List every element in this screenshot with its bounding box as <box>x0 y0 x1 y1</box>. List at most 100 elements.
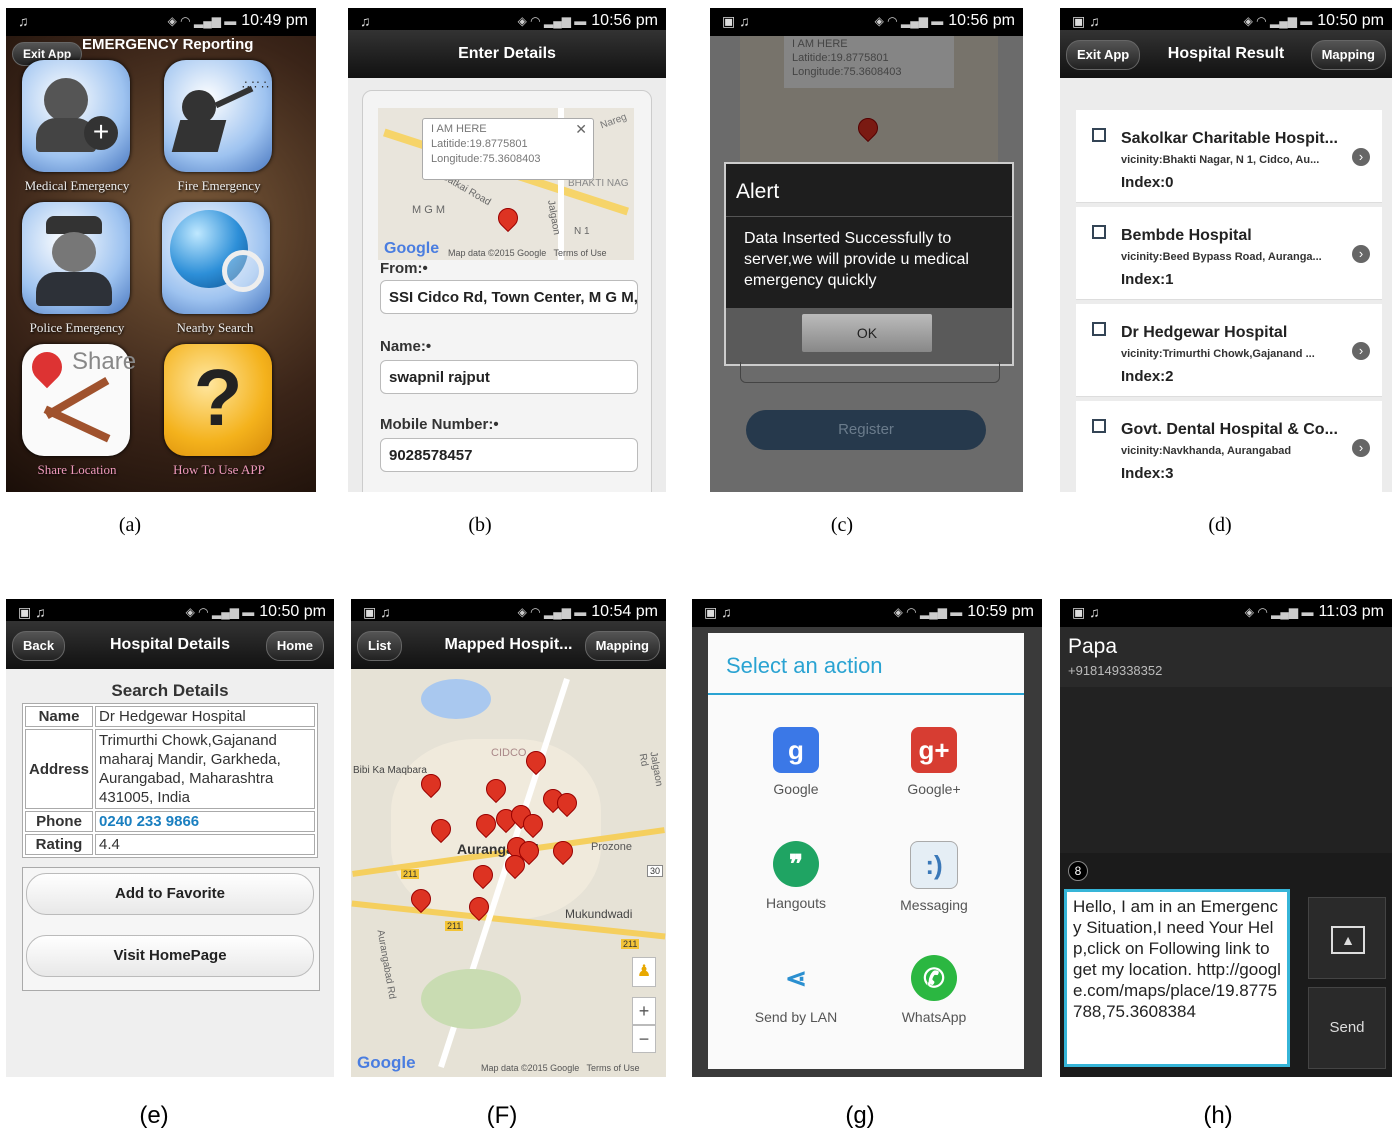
page-title: Hospital Result <box>1167 45 1285 62</box>
caption-g: (g) <box>845 1102 875 1129</box>
alert-dialog: Alert Data Inserted Successfully to serv… <box>724 162 1014 366</box>
police-emergency-tile[interactable] <box>22 202 130 314</box>
app-whatsapp[interactable]: ✆ WhatsApp <box>874 955 994 1025</box>
chevron-right-icon: › <box>1352 439 1370 457</box>
exit-app-button[interactable]: Exit App <box>1066 40 1141 70</box>
list-item[interactable]: . Bembde Hospital vicinity:Beed Bypass R… <box>1076 207 1382 300</box>
mapping-button[interactable]: Mapping <box>584 631 660 661</box>
medical-icon <box>44 78 88 122</box>
list-item[interactable]: . Sakolkar Charitable Hospit... vicinity… <box>1076 110 1382 203</box>
add-to-favorite-button[interactable]: Add to Favorite <box>26 873 314 915</box>
table-row: Phone 0240 233 9866 <box>25 811 315 832</box>
map-pin-icon <box>853 113 883 143</box>
list-button[interactable]: List <box>357 631 403 661</box>
screen-a: ♫ ◈ ◠ ▂▄▆ ▬ 10:49 pm Exit App EMERGENCY Re… <box>6 8 316 492</box>
page-title: Enter Details <box>348 30 666 78</box>
chevron-right-icon: › <box>1352 148 1370 166</box>
map-label: Jalgaon Rd <box>636 750 665 788</box>
search-details-heading: Search Details <box>111 681 229 700</box>
share-location-tile[interactable]: Share <box>22 344 136 456</box>
location-pin-icon <box>25 345 69 389</box>
google-search-icon: g <box>773 727 819 773</box>
status-bar: ♫ ◈ ◠ ▂▄▆ ▬ 10:49 pm <box>6 8 316 36</box>
app-google[interactable]: g Google <box>736 727 856 797</box>
nearby-search-tile[interactable] <box>162 202 270 314</box>
screen-g: ▣ ♫ ◈ ◠ ▂▄▆ ▬ 10:59 pm Select an action g … <box>692 599 1042 1077</box>
map-label: M G M <box>412 204 445 216</box>
screen-b: ♫ ◈ ◠ ▂▄▆ ▬ 10:56 pm Enter Details Nareg B… <box>348 8 666 492</box>
visit-homepage-button[interactable]: Visit HomePage <box>26 935 314 977</box>
hospitals-map[interactable]: CIDCO Bibi Ka Maqbara Aurangabad Prozone… <box>351 669 666 1077</box>
alert-message: Data Inserted Successfully to server,we … <box>744 230 969 289</box>
home-button[interactable]: Home <box>265 631 324 661</box>
zoom-in-button[interactable]: + <box>632 997 656 1025</box>
mobile-field[interactable]: 9028578457 <box>380 438 638 472</box>
table-row: Name Dr Hedgewar Hospital <box>25 706 315 727</box>
message-input[interactable]: Hello, I am in an Emergency Situation,I … <box>1064 889 1290 1067</box>
attach-image-button[interactable]: ▲ <box>1308 897 1386 979</box>
app-hangouts[interactable]: ❞ Hangouts <box>736 841 856 911</box>
mapping-button[interactable]: Mapping <box>1310 40 1386 70</box>
zoom-out-button[interactable]: − <box>632 1025 656 1053</box>
bullet-icon: . <box>1092 225 1106 239</box>
hospital-list: . Sakolkar Charitable Hospit... vicinity… <box>1060 106 1392 492</box>
list-item[interactable]: . Govt. Dental Hospital & Co... vicinity… <box>1076 401 1382 492</box>
page-title: Mapped Hospit... <box>444 636 573 653</box>
question-icon: ? <box>193 353 243 442</box>
caption-e: (e) <box>139 1102 169 1129</box>
nearby-search-label: Nearby Search <box>176 320 254 335</box>
firefighter-icon <box>182 90 216 124</box>
caption-f: (F) <box>486 1102 518 1129</box>
caption-d: (d) <box>1208 514 1232 536</box>
back-button[interactable]: Back <box>12 631 66 661</box>
image-attach-icon: ▲ <box>1331 926 1365 954</box>
map-footer: Map data ©2015 Google Terms of Use <box>448 248 607 258</box>
share-location-label: Share Location <box>37 462 117 477</box>
list-item[interactable]: . Dr Hedgewar Hospital vicinity:Trimurth… <box>1076 304 1382 397</box>
chevron-right-icon: › <box>1352 342 1370 360</box>
screen-c: ▣ ♫ ◈ ◠ ▂▄▆ ▬ 10:56 pm I AM HERE Latitide:… <box>710 8 1023 492</box>
caption-b: (b) <box>468 514 492 536</box>
contact-number: +918149338352 <box>1068 663 1163 678</box>
map-label: CIDCO <box>491 747 527 759</box>
screen-d: ▣ ♫ ◈ ◠ ▂▄▆ ▬ 10:50 pm Hospital Result Exi… <box>1060 8 1392 492</box>
map-label: N 1 <box>574 226 590 237</box>
medical-emergency-label: Medical Emergency <box>24 178 130 193</box>
road-shield: 30 <box>647 865 664 877</box>
map-footer: Map data ©2015 Google Terms of Use <box>481 1063 640 1073</box>
name-field[interactable]: swapnil rajput <box>380 360 638 394</box>
ok-button[interactable]: OK <box>802 314 932 352</box>
caption-a: (a) <box>118 514 142 536</box>
how-to-use-label: How To Use APP <box>173 462 265 477</box>
bullet-icon: . <box>1092 322 1106 336</box>
medical-emergency-tile[interactable]: + <box>22 60 130 172</box>
app-google-plus[interactable]: g+ Google+ <box>874 727 994 797</box>
info-bubble: I AM HERE Latitide:19.8775801 Longitude:… <box>422 118 594 180</box>
table-row: Rating 4.4 <box>25 834 315 855</box>
hangouts-icon: ❞ <box>773 841 819 887</box>
phone-link[interactable]: 0240 233 9866 <box>95 811 315 832</box>
page-title: Hospital Details <box>109 636 231 653</box>
google-plus-icon: g+ <box>911 727 957 773</box>
register-button[interactable]: Register <box>746 410 986 450</box>
fire-emergency-tile[interactable]: ∴∵∴ <box>164 60 272 172</box>
police-emergency-label: Police Emergency <box>29 320 125 335</box>
map-pin-icon[interactable] <box>493 203 523 233</box>
action-chooser: Select an action g Google g+ Google+ ❞ H… <box>708 633 1024 1069</box>
app-send-by-lan[interactable]: ⋖ Send by LAN <box>736 955 856 1025</box>
map-label: Mukundwadi <box>565 907 633 921</box>
magnifier-icon <box>222 250 264 292</box>
mobile-label: Mobile Number:• <box>380 416 499 433</box>
status-bar: ▣ ♫ ◈ ◠ ▂▄▆ ▬ 10:59 pm <box>692 599 1042 627</box>
app-messaging[interactable]: :) Messaging <box>874 841 994 913</box>
map-label: Nareg <box>598 111 629 132</box>
whatsapp-icon: ✆ <box>911 955 957 1001</box>
from-field[interactable]: SSI Cidco Rd, Town Center, M G M, <box>380 280 638 314</box>
close-icon[interactable]: ✕ <box>575 121 587 138</box>
name-label: Name:• <box>380 338 432 355</box>
send-button[interactable]: Send <box>1308 987 1386 1069</box>
share-word: Share <box>72 348 137 375</box>
how-to-use-tile[interactable]: ? <box>164 344 272 456</box>
location-map[interactable]: Nareg BHAKTI NAG M G M Gatkai Road Jalga… <box>378 108 634 260</box>
pegman-icon[interactable]: ♟ <box>632 957 656 987</box>
